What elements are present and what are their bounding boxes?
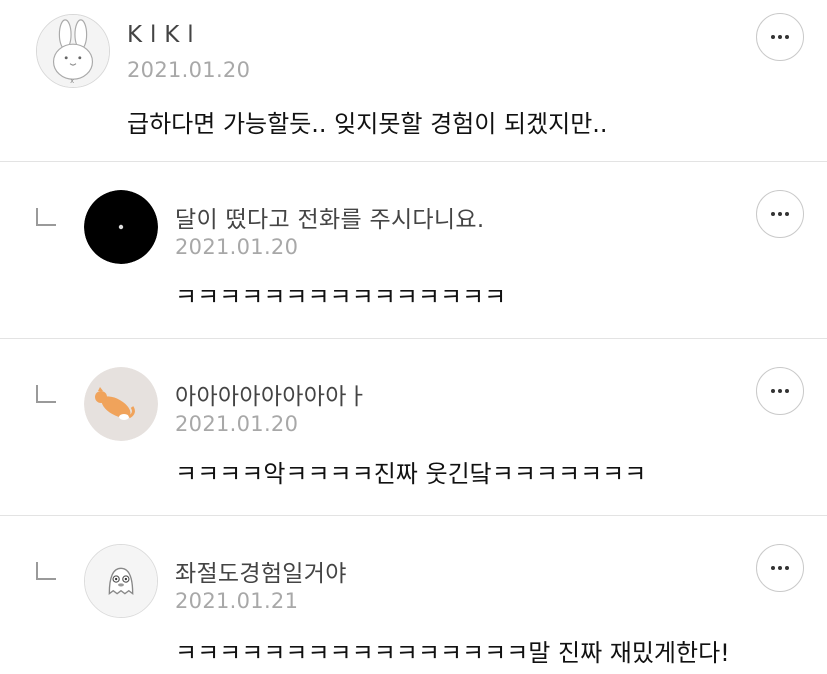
more-options-button[interactable]	[756, 13, 804, 61]
more-options-button[interactable]	[756, 367, 804, 415]
more-options-icon	[771, 566, 775, 570]
comment-date: 2021.01.21	[175, 589, 299, 613]
comment-nickname[interactable]: K l K l	[127, 22, 194, 48]
ghost-avatar-icon[interactable]	[84, 544, 158, 618]
comment-text: 급하다면 가능할듯.. 잊지못할 경험이 되겠지만..	[127, 110, 608, 138]
more-options-button[interactable]	[756, 544, 804, 592]
more-options-icon-dot	[785, 35, 789, 39]
reply-arrow-icon	[36, 385, 56, 403]
comment-text: ㅋㅋㅋㅋ악ㅋㅋㅋㅋ진짜 웃긴닼ㅋㅋㅋㅋㅋㅋㅋ	[175, 460, 647, 488]
more-options-icon	[771, 389, 775, 393]
reply-arrow-icon	[36, 562, 56, 580]
comment-item: x K l K l 2021.01.20 급하다면 가능할듯.. 잊지못할 경험…	[0, 0, 827, 162]
bunny-avatar-icon[interactable]: x	[36, 14, 110, 88]
more-options-icon-dot	[785, 389, 789, 393]
reply-item: 달이 떴다고 전화를 주시다니요. 2021.01.20 ㅋㅋㅋㅋㅋㅋㅋㅋㅋㅋㅋ…	[0, 162, 827, 339]
comment-nickname[interactable]: 달이 떴다고 전화를 주시다니요.	[175, 200, 484, 234]
black-circle-avatar-icon[interactable]	[84, 190, 158, 264]
comment-nickname[interactable]: 좌절도경험일거야	[175, 554, 347, 588]
more-options-icon-dot	[778, 212, 782, 216]
more-options-icon-dot	[778, 389, 782, 393]
more-options-icon	[771, 212, 775, 216]
comment-text: ㅋㅋㅋㅋㅋㅋㅋㅋㅋㅋㅋㅋㅋㅋㅋ	[175, 283, 507, 311]
more-options-icon-dot	[778, 566, 782, 570]
comment-date: 2021.01.20	[175, 412, 299, 436]
comment-date: 2021.01.20	[175, 235, 299, 259]
more-options-icon-dot	[785, 566, 789, 570]
comment-date: 2021.01.20	[127, 58, 251, 82]
more-options-button[interactable]	[756, 190, 804, 238]
cat-avatar-icon[interactable]	[84, 367, 158, 441]
more-options-icon	[771, 35, 775, 39]
svg-text:x: x	[70, 77, 74, 85]
comment-nickname[interactable]: 아아아아아아아아ㅏ	[175, 377, 368, 411]
reply-item: 좌절도경험일거야 2021.01.21 ㅋㅋㅋㅋㅋㅋㅋㅋㅋㅋㅋㅋㅋㅋㅋㅋ말 진짜…	[0, 516, 827, 674]
reply-item: 아아아아아아아아ㅏ 2021.01.20 ㅋㅋㅋㅋ악ㅋㅋㅋㅋ진짜 웃긴닼ㅋㅋㅋㅋ…	[0, 339, 827, 516]
more-options-icon-dot	[785, 212, 789, 216]
more-options-icon-dot	[778, 35, 782, 39]
reply-arrow-icon	[36, 208, 56, 226]
comment-text: ㅋㅋㅋㅋㅋㅋㅋㅋㅋㅋㅋㅋㅋㅋㅋㅋ말 진짜 재밌게한다!	[175, 639, 730, 667]
